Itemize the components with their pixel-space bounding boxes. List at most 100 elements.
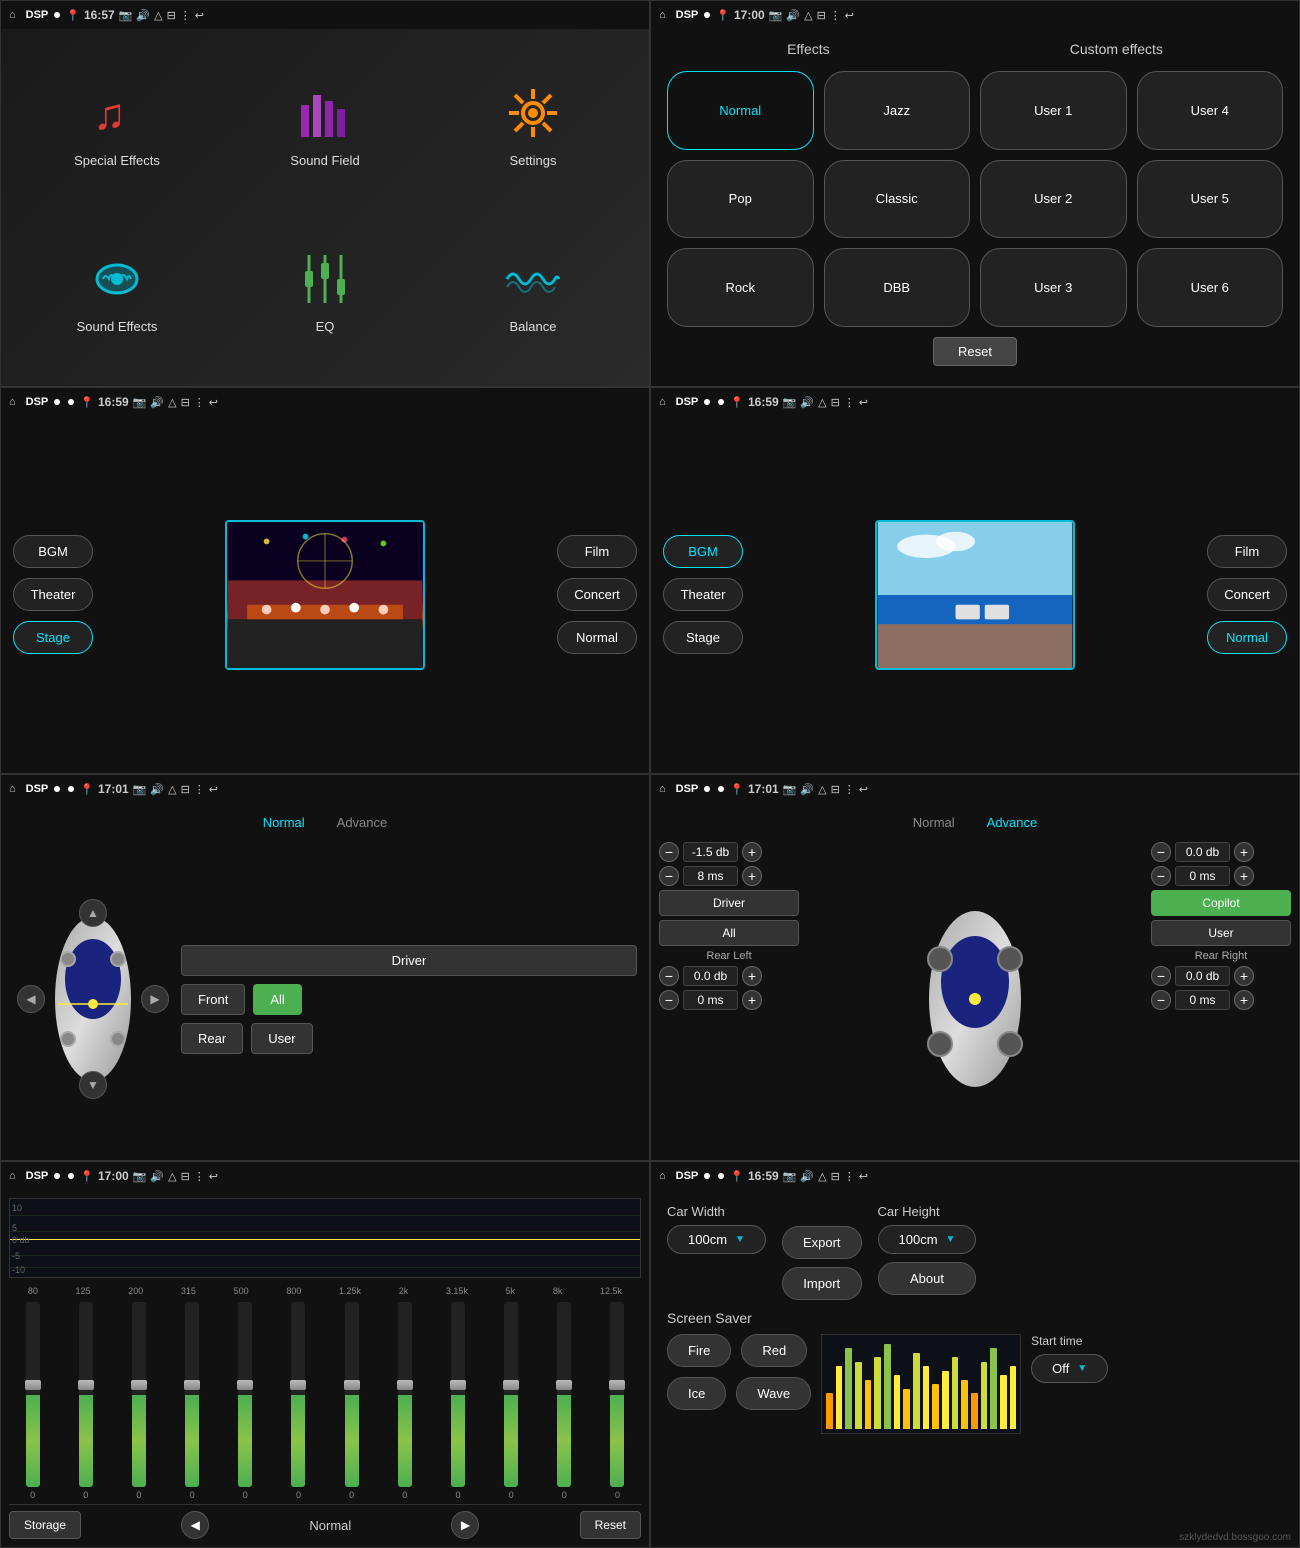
menu-item-sound-effects[interactable]: Sound Effects: [17, 212, 217, 371]
home-icon-p4[interactable]: ⌂: [659, 396, 666, 408]
eq-thumb-8[interactable]: [450, 1380, 466, 1390]
export-button[interactable]: Export: [782, 1226, 862, 1259]
about-button[interactable]: About: [878, 1262, 977, 1295]
eq-storage-button[interactable]: Storage: [9, 1511, 81, 1539]
eq-track-0[interactable]: [26, 1302, 40, 1487]
sf-btn-film-p4[interactable]: Film: [1207, 535, 1287, 568]
home-icon-p7[interactable]: ⌂: [9, 1170, 16, 1182]
eq-thumb-7[interactable]: [397, 1380, 413, 1390]
eq-thumb-4[interactable]: [237, 1380, 253, 1390]
back-icon-p8[interactable]: ↩: [859, 1170, 868, 1183]
eq-thumb-3[interactable]: [184, 1380, 200, 1390]
sf-btn-theater-p4[interactable]: Theater: [663, 578, 743, 611]
back-icon-p1[interactable]: ↩: [195, 9, 204, 22]
menu-item-balance[interactable]: Balance: [433, 212, 633, 371]
effect-user1[interactable]: User 1: [980, 71, 1127, 150]
effect-normal[interactable]: Normal: [667, 71, 814, 150]
effect-rock[interactable]: Rock: [667, 248, 814, 327]
sf-btn-bgm-p4[interactable]: BGM: [663, 535, 743, 568]
eq-track-11[interactable]: [610, 1302, 624, 1487]
home-icon-p8[interactable]: ⌂: [659, 1170, 666, 1182]
sf-btn-normal-p3[interactable]: Normal: [557, 621, 637, 654]
adv-bl-db-minus[interactable]: −: [659, 966, 679, 986]
adv-sp-btn-copilot[interactable]: Copilot: [1151, 890, 1291, 916]
home-icon-p2[interactable]: ⌂: [659, 9, 666, 21]
home-icon-p5[interactable]: ⌂: [9, 783, 16, 795]
adv-tr-db-minus[interactable]: −: [1151, 842, 1171, 862]
adv-br-ms-plus[interactable]: +: [1234, 990, 1254, 1010]
eq-reset-button[interactable]: Reset: [580, 1511, 641, 1539]
effect-user2[interactable]: User 2: [980, 160, 1127, 239]
eq-thumb-9[interactable]: [503, 1380, 519, 1390]
back-icon-p6[interactable]: ↩: [859, 783, 868, 796]
adv-tl-ms-minus[interactable]: −: [659, 866, 679, 886]
sf-btn-bgm-p3[interactable]: BGM: [13, 535, 93, 568]
eq-thumb-0[interactable]: [25, 1380, 41, 1390]
nav-left-p5[interactable]: ◀: [17, 985, 45, 1013]
effect-dbb[interactable]: DBB: [824, 248, 971, 327]
eq-track-3[interactable]: [185, 1302, 199, 1487]
eq-thumb-5[interactable]: [290, 1380, 306, 1390]
adv-bl-ms-minus[interactable]: −: [659, 990, 679, 1010]
effect-user6[interactable]: User 6: [1137, 248, 1284, 327]
eq-thumb-10[interactable]: [556, 1380, 572, 1390]
screensaver-ice-button[interactable]: Ice: [667, 1377, 726, 1410]
eq-thumb-2[interactable]: [131, 1380, 147, 1390]
sp-btn-front[interactable]: Front: [181, 984, 245, 1015]
tab-normal-p5[interactable]: Normal: [247, 811, 321, 834]
sp-btn-all[interactable]: All: [253, 984, 301, 1015]
sf-btn-concert-p4[interactable]: Concert: [1207, 578, 1287, 611]
eq-track-1[interactable]: [79, 1302, 93, 1487]
adv-br-db-minus[interactable]: −: [1151, 966, 1171, 986]
sf-btn-normal-p4[interactable]: Normal: [1207, 621, 1287, 654]
effect-user4[interactable]: User 4: [1137, 71, 1284, 150]
home-icon-p6[interactable]: ⌂: [659, 783, 666, 795]
car-height-dropdown[interactable]: 100cm ▼: [878, 1225, 977, 1254]
sf-btn-stage-p4[interactable]: Stage: [663, 621, 743, 654]
adv-tab-advance[interactable]: Advance: [971, 811, 1054, 834]
menu-item-settings[interactable]: Settings: [433, 45, 633, 204]
eq-track-10[interactable]: [557, 1302, 571, 1487]
menu-item-sound-field[interactable]: Sound Field: [225, 45, 425, 204]
nav-down-p5[interactable]: ▼: [79, 1071, 107, 1099]
back-icon-p3[interactable]: ↩: [209, 396, 218, 409]
adv-tl-db-minus[interactable]: −: [659, 842, 679, 862]
sf-btn-film-p3[interactable]: Film: [557, 535, 637, 568]
eq-prev-button[interactable]: ◀: [181, 1511, 209, 1539]
nav-up-p5[interactable]: ▲: [79, 899, 107, 927]
eq-thumb-1[interactable]: [78, 1380, 94, 1390]
eq-track-7[interactable]: [398, 1302, 412, 1487]
back-icon-p2[interactable]: ↩: [845, 9, 854, 22]
sp-btn-driver[interactable]: Driver: [181, 945, 637, 976]
effect-user3[interactable]: User 3: [980, 248, 1127, 327]
home-icon-p3[interactable]: ⌂: [9, 396, 16, 408]
eq-track-4[interactable]: [238, 1302, 252, 1487]
back-icon-p4[interactable]: ↩: [859, 396, 868, 409]
eq-track-8[interactable]: [451, 1302, 465, 1487]
screensaver-red-button[interactable]: Red: [741, 1334, 807, 1367]
adv-tr-ms-plus[interactable]: +: [1234, 866, 1254, 886]
sf-btn-theater-p3[interactable]: Theater: [13, 578, 93, 611]
eq-track-2[interactable]: [132, 1302, 146, 1487]
effect-pop[interactable]: Pop: [667, 160, 814, 239]
effect-jazz[interactable]: Jazz: [824, 71, 971, 150]
menu-item-eq[interactable]: EQ: [225, 212, 425, 371]
eq-thumb-11[interactable]: [609, 1380, 625, 1390]
eq-track-6[interactable]: [345, 1302, 359, 1487]
adv-bl-db-plus[interactable]: +: [742, 966, 762, 986]
screensaver-fire-button[interactable]: Fire: [667, 1334, 731, 1367]
back-icon-p5[interactable]: ↩: [209, 783, 218, 796]
back-icon-p7[interactable]: ↩: [209, 1170, 218, 1183]
sf-btn-concert-p3[interactable]: Concert: [557, 578, 637, 611]
car-width-dropdown[interactable]: 100cm ▼: [667, 1225, 766, 1254]
adv-br-db-plus[interactable]: +: [1234, 966, 1254, 986]
menu-item-special-effects[interactable]: ♫ Special Effects: [17, 45, 217, 204]
sp-btn-user[interactable]: User: [251, 1023, 312, 1054]
effect-classic[interactable]: Classic: [824, 160, 971, 239]
effects-reset-button[interactable]: Reset: [933, 337, 1017, 366]
sp-btn-rear[interactable]: Rear: [181, 1023, 243, 1054]
sf-btn-stage-p3[interactable]: Stage: [13, 621, 93, 654]
screensaver-wave-button[interactable]: Wave: [736, 1377, 811, 1410]
eq-next-button[interactable]: ▶: [451, 1511, 479, 1539]
adv-bl-ms-plus[interactable]: +: [742, 990, 762, 1010]
